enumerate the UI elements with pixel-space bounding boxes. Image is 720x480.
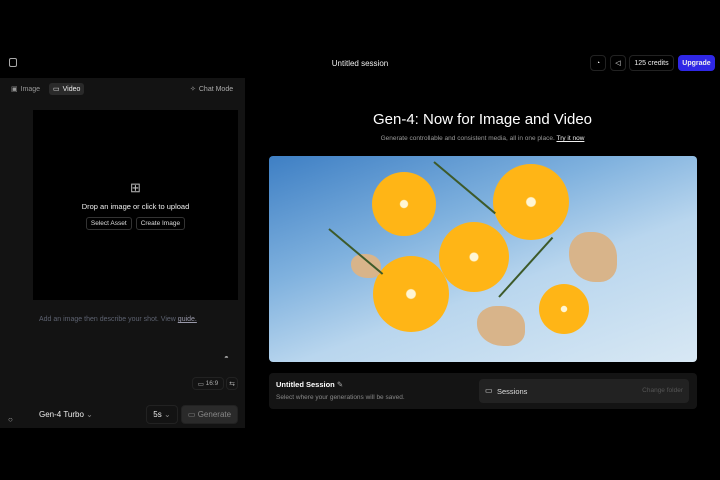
upgrade-button[interactable]: Upgrade (678, 55, 715, 71)
credits-badge[interactable]: 125 credits (629, 55, 674, 71)
chevron-down-icon: ⌄ (86, 410, 93, 419)
subtitle-text: Generate controllable and consistent med… (380, 135, 555, 142)
aspect-label: 16:9 (205, 380, 219, 387)
model-label: Gen-4 Turbo (39, 410, 84, 419)
hero-image (269, 156, 697, 362)
chat-icon: ◔ (595, 59, 601, 67)
chat-mode-button[interactable]: ✧ Chat Mode (186, 83, 237, 95)
aspect-ratio-button[interactable]: ▭ 16:9 (192, 377, 224, 390)
model-select[interactable]: Gen-4 Turbo ⌄ (39, 410, 93, 419)
change-folder-button[interactable]: Change folder (642, 387, 683, 394)
session-card: Untitled Session ✎ Select where your gen… (269, 373, 697, 409)
select-asset-button[interactable]: Select Asset (85, 217, 132, 230)
sliders-icon: ⇆ (229, 380, 235, 388)
duration-label: 5s (153, 410, 162, 419)
generate-button[interactable]: ▭ Generate (181, 405, 238, 424)
image-icon: ▣ (11, 86, 18, 93)
guide-link[interactable]: guide. (178, 316, 197, 323)
tab-label: Image (20, 85, 41, 93)
create-image-button[interactable]: Create Image (135, 217, 186, 230)
hero-title: Gen-4: Now for Image and Video (372, 111, 593, 128)
megaphone-icon: ◁ (615, 60, 621, 67)
add-image-icon: ⊞ (130, 180, 141, 195)
settings-button[interactable]: ⇆ (226, 377, 238, 390)
prompt-input[interactable]: Add an image then describe your shot. Vi… (39, 316, 197, 323)
dropzone-text: Drop an image or click to upload (81, 202, 190, 211)
folder-icon: ▭ (485, 386, 493, 395)
tab-image[interactable]: ▣ Image (7, 83, 44, 95)
session-name-text: Untitled Session (276, 380, 335, 389)
top-bar: Untitled session ◔ ◁ 125 credits Upgrade (0, 50, 720, 78)
tab-video[interactable]: ▭ Video (49, 83, 85, 95)
duration-select[interactable]: 5s ⌄ (146, 405, 178, 424)
folder-select[interactable]: ▭ Sessions Change folder (479, 379, 689, 403)
hero-subtitle: Generate controllable and consistent med… (245, 135, 720, 142)
announce-button[interactable]: ◁ (610, 55, 626, 71)
sparkle-icon: ✧ (190, 86, 196, 93)
folder-label: Sessions (497, 387, 528, 396)
tab-label: Video (62, 85, 81, 93)
feedback-button[interactable]: ◔ (590, 55, 606, 71)
session-name[interactable]: Untitled Session ✎ (276, 380, 343, 389)
video-icon: ▭ (53, 86, 60, 93)
chat-mode-label: Chat Mode (198, 85, 234, 93)
session-description: Select where your generations will be sa… (276, 394, 405, 401)
chevron-down-icon: ⌄ (163, 410, 171, 419)
video-icon: ▭ (187, 410, 198, 419)
upload-dropzone[interactable]: ⊞ Drop an image or click to upload Selec… (33, 110, 238, 300)
enhance-icon[interactable]: ◓ (224, 353, 229, 362)
try-it-link[interactable]: Try it now (556, 135, 584, 142)
aspect-icon: ▭ (197, 380, 206, 388)
history-icon[interactable]: ○ (8, 415, 13, 424)
pencil-icon[interactable]: ✎ (337, 380, 343, 389)
prompt-placeholder: Add an image then describe your shot. Vi… (39, 316, 176, 323)
generate-label: Generate (197, 410, 232, 419)
